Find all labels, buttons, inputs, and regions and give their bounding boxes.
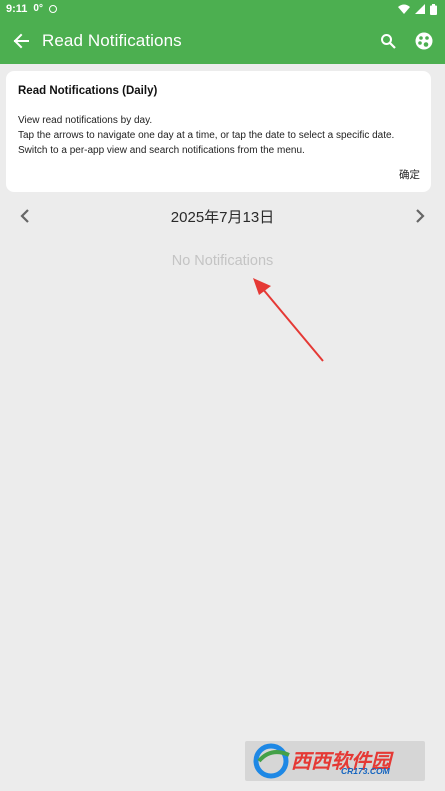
battery-icon bbox=[430, 3, 437, 15]
page-title: Read Notifications bbox=[42, 31, 182, 50]
info-card-line: Switch to a per-app view and search noti… bbox=[18, 145, 305, 156]
status-left: 9:11 0° bbox=[6, 0, 57, 18]
chevron-right-icon bbox=[416, 209, 425, 223]
status-temp: 0° bbox=[33, 3, 43, 14]
app-bar: Read Notifications bbox=[0, 18, 445, 64]
info-card: Read Notifications (Daily) View read not… bbox=[6, 71, 431, 192]
palette-button[interactable] bbox=[412, 29, 436, 53]
date-navigator: 2025年7月13日 bbox=[0, 203, 445, 229]
status-bar: 9:11 0° bbox=[0, 0, 445, 18]
watermark-subtext: CR173.COM bbox=[341, 766, 390, 776]
wifi-icon bbox=[398, 4, 410, 14]
empty-state-text: No Notifications bbox=[171, 253, 274, 269]
date-label[interactable]: 2025年7月13日 bbox=[0, 206, 445, 227]
info-card-line: Tap the arrows to navigate one day at a … bbox=[18, 130, 395, 141]
confirm-button[interactable]: 确定 bbox=[399, 167, 420, 182]
arrow-left-icon bbox=[13, 33, 29, 49]
info-card-line: View read notifications by day. bbox=[18, 115, 153, 126]
search-button[interactable] bbox=[376, 29, 400, 53]
shield-icon bbox=[48, 5, 57, 13]
status-time: 9:11 bbox=[6, 3, 28, 15]
info-card-body: View read notifications by day. Tap the … bbox=[18, 113, 423, 158]
back-button[interactable] bbox=[9, 29, 33, 53]
status-right bbox=[398, 3, 437, 15]
next-day-button[interactable] bbox=[409, 205, 431, 227]
watermark-emblem-icon bbox=[253, 743, 290, 779]
signal-icon bbox=[415, 4, 425, 14]
watermark-logo: 西西软件园 CR173.COM bbox=[245, 741, 425, 781]
annotation-arrow-icon bbox=[253, 278, 324, 362]
palette-icon bbox=[415, 32, 433, 50]
info-card-title: Read Notifications (Daily) bbox=[18, 85, 158, 97]
search-icon bbox=[381, 34, 396, 49]
